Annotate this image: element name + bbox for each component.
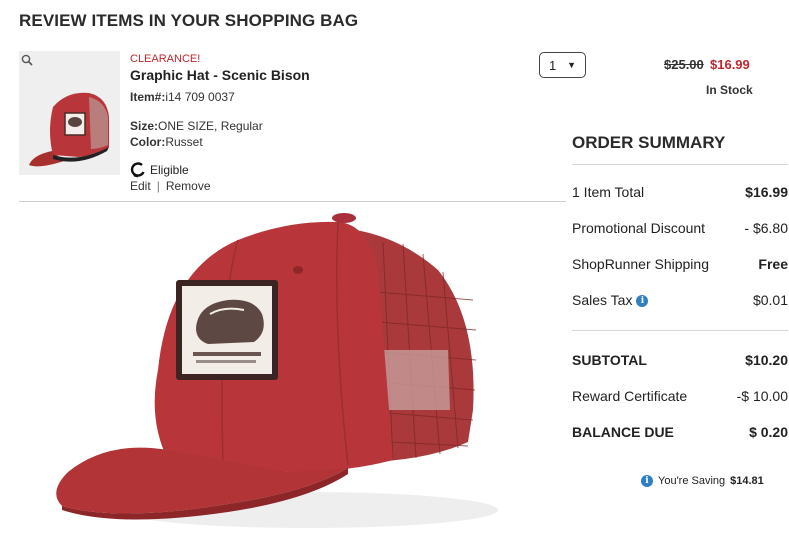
summary-value: $10.20 — [745, 352, 788, 368]
sale-price: $16.99 — [710, 57, 750, 72]
item-number: Item#:i14 709 0037 — [130, 90, 235, 104]
eligible-text: Eligible — [150, 163, 189, 177]
saving-prefix: You're Saving — [658, 475, 726, 487]
summary-value: $16.99 — [745, 184, 788, 200]
summary-row-balance-due: BALANCE DUE $ 0.20 — [572, 424, 788, 440]
magnifier-icon[interactable] — [21, 54, 33, 66]
stock-status: In Stock — [706, 83, 753, 97]
color-value: Russet — [165, 135, 203, 149]
original-price: $25.00 — [664, 57, 704, 72]
summary-value: -$ 10.00 — [736, 388, 788, 404]
summary-value: Free — [758, 256, 788, 272]
product-hero-image — [56, 213, 498, 528]
product-thumbnail[interactable] — [19, 51, 120, 175]
color-label: Color: — [130, 135, 166, 149]
summary-value: $0.01 — [752, 292, 788, 308]
chevron-down-icon: ▼ — [567, 60, 576, 70]
shoprunner-eligible: Eligible — [130, 162, 189, 178]
summary-row-item-total: 1 Item Total $16.99 — [572, 184, 788, 200]
color-attribute: Color:Russet — [130, 135, 203, 149]
item-actions: Edit | Remove — [130, 179, 211, 193]
remove-link[interactable]: Remove — [166, 179, 211, 193]
sales-tax-label-group: Sales Tax i — [572, 292, 649, 308]
summary-value: $ 0.20 — [749, 424, 788, 440]
quantity-select[interactable]: 1 ▼ — [539, 52, 586, 78]
summary-row-shipping: ShopRunner Shipping Free — [572, 256, 788, 272]
order-summary-title: ORDER SUMMARY — [572, 133, 726, 152]
summary-label: Reward Certificate — [572, 388, 688, 404]
item-number-label: Item#: — [130, 90, 166, 104]
item-divider — [19, 201, 566, 202]
item-number-value: i14 709 0037 — [165, 90, 235, 104]
summary-row-sales-tax: Sales Tax i $0.01 — [572, 292, 788, 308]
quantity-value: 1 — [549, 57, 557, 73]
summary-row-subtotal: SUBTOTAL $10.20 — [572, 352, 788, 368]
hat-thumbnail-image — [29, 92, 109, 167]
summary-label: Sales Tax — [572, 292, 633, 308]
savings-note: i You're Saving $14.81 — [641, 475, 764, 487]
product-name[interactable]: Graphic Hat - Scenic Bison — [130, 67, 310, 83]
summary-label: 1 Item Total — [572, 184, 645, 200]
summary-divider-middle — [572, 330, 788, 331]
saving-amount: $14.81 — [730, 475, 764, 487]
clearance-badge: CLEARANCE! — [130, 53, 201, 65]
summary-label: SUBTOTAL — [572, 352, 647, 368]
info-icon[interactable]: i — [641, 475, 653, 487]
edit-link[interactable]: Edit — [130, 179, 151, 193]
summary-label: ShopRunner Shipping — [572, 256, 709, 272]
summary-value: - $6.80 — [744, 220, 788, 236]
summary-label: Promotional Discount — [572, 220, 706, 236]
summary-row-reward-certificate: Reward Certificate -$ 10.00 — [572, 388, 788, 404]
info-icon[interactable]: i — [636, 295, 649, 308]
size-attribute: Size:ONE SIZE, Regular — [130, 119, 263, 133]
summary-row-promo-discount: Promotional Discount - $6.80 — [572, 220, 788, 236]
size-label: Size: — [130, 119, 159, 133]
shoprunner-icon — [130, 162, 145, 178]
summary-label: BALANCE DUE — [572, 424, 674, 440]
page-title: REVIEW ITEMS IN YOUR SHOPPING BAG — [19, 11, 359, 30]
action-separator: | — [156, 179, 160, 193]
summary-divider-top — [572, 164, 788, 165]
size-value: ONE SIZE, Regular — [158, 119, 263, 133]
